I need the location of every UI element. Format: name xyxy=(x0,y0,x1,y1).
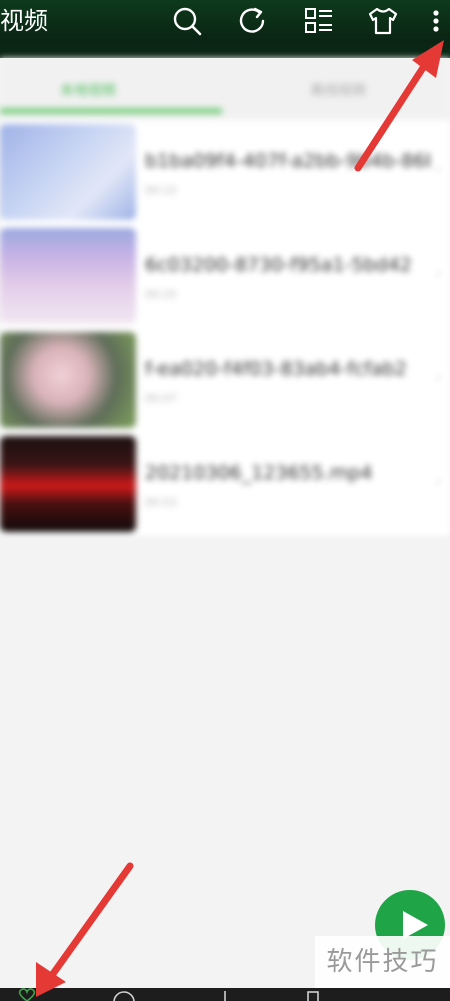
bottom-nav xyxy=(0,988,450,1001)
chevron-right-icon: › xyxy=(436,162,442,178)
video-list-area: 本地视频 离线视频 b1ba09f4-407f-a2bb-9b4b-86b66 … xyxy=(0,58,450,988)
video-title: 20210306_123655.mp4 xyxy=(145,462,373,484)
video-thumbnail xyxy=(0,436,136,532)
video-meta: 00:07 xyxy=(145,392,177,405)
square-nav-icon[interactable] xyxy=(306,988,320,1001)
nav-tick-icon[interactable] xyxy=(220,988,230,1001)
search-icon[interactable] xyxy=(170,4,204,38)
watermark: 软件技巧 xyxy=(315,936,450,988)
top-bar: 视频 xyxy=(0,0,450,58)
page-title: 视频 xyxy=(0,7,48,35)
video-thumbnail xyxy=(0,124,136,220)
circle-nav-icon[interactable] xyxy=(110,988,138,1001)
video-meta: 00:25 xyxy=(145,288,177,301)
video-list-item[interactable]: f-ea020-f4f03-83ab4-fcfab2 00:07 › xyxy=(0,328,450,432)
video-thumbnail xyxy=(0,228,136,324)
video-thumbnail xyxy=(0,332,136,428)
video-title: 6c03200-8730-f95a1-5bd42 xyxy=(145,254,412,276)
list-layout-icon[interactable] xyxy=(302,4,336,38)
tab-indicator xyxy=(0,108,222,114)
heart-icon[interactable] xyxy=(14,988,40,1001)
video-meta: 00:53 xyxy=(145,496,177,509)
chevron-right-icon: › xyxy=(436,266,442,282)
tab-local-videos[interactable]: 本地视频 xyxy=(60,80,116,100)
chevron-right-icon: › xyxy=(436,370,442,386)
refresh-icon[interactable] xyxy=(235,4,269,38)
chevron-right-icon: › xyxy=(436,474,442,490)
tshirt-icon[interactable] xyxy=(366,4,400,38)
tab-bar: 本地视频 离线视频 xyxy=(0,58,450,120)
video-list-item[interactable]: b1ba09f4-407f-a2bb-9b4b-86b66 00:15 › xyxy=(0,120,450,224)
tab-offline-videos[interactable]: 离线视频 xyxy=(310,80,366,100)
video-title: f-ea020-f4f03-83ab4-fcfab2 xyxy=(145,358,407,380)
video-title: b1ba09f4-407f-a2bb-9b4b-86b66 xyxy=(145,150,430,172)
video-list-item[interactable]: 20210306_123655.mp4 00:53 › xyxy=(0,432,450,536)
video-meta: 00:15 xyxy=(145,184,177,197)
more-vertical-icon[interactable] xyxy=(426,4,446,38)
video-list-item[interactable]: 6c03200-8730-f95a1-5bd42 00:25 › xyxy=(0,224,450,328)
